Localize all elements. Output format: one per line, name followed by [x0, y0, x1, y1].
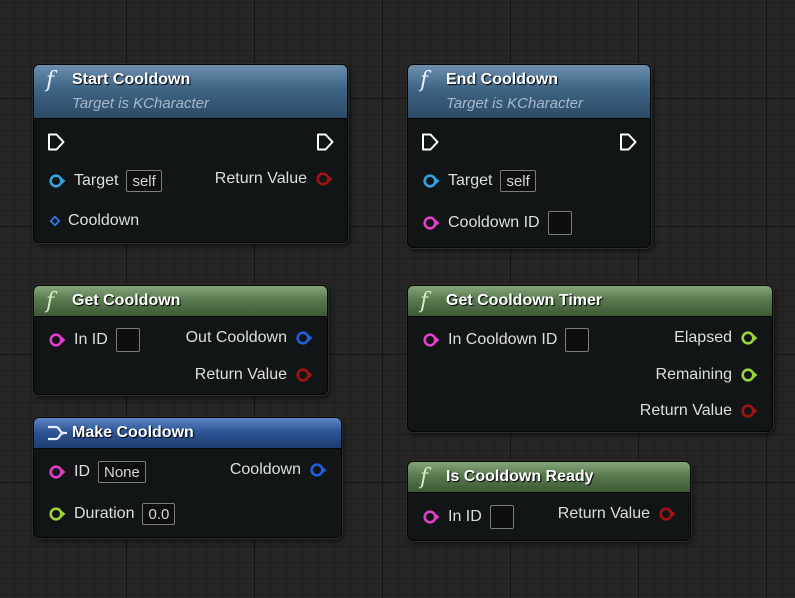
return-value-pin-icon[interactable]	[315, 170, 333, 188]
duration-label: Duration	[74, 505, 135, 522]
cooldown-diamond-pin-icon[interactable]	[48, 214, 62, 228]
function-f-icon: f	[420, 465, 429, 490]
target-pin-icon[interactable]	[422, 172, 440, 190]
is-cooldown-ready-node[interactable]: f Is Cooldown Ready In ID Return Value	[407, 461, 691, 541]
function-f-icon: f	[46, 68, 55, 93]
in-id-checkbox[interactable]	[489, 505, 514, 529]
return-value-label: Return Value	[214, 170, 307, 187]
cooldown-id-checkbox[interactable]	[547, 211, 572, 235]
elapsed-pin-icon[interactable]	[740, 329, 758, 347]
return-value-pin-row[interactable]: Return Value	[558, 501, 676, 527]
duration-pin-row[interactable]: Duration 0.0	[48, 501, 176, 527]
return-value-label: Return Value	[639, 402, 732, 419]
remaining-pin-row[interactable]: Remaining	[656, 362, 758, 388]
remaining-pin-icon[interactable]	[740, 366, 758, 384]
in-cooldown-id-pin-icon[interactable]	[422, 331, 440, 349]
node-title: Get Cooldown Timer	[446, 292, 603, 309]
id-pin-icon[interactable]	[48, 463, 66, 481]
return-value-pin-icon[interactable]	[658, 505, 676, 523]
node-title: Is Cooldown Ready	[446, 468, 594, 485]
out-cooldown-label: Out Cooldown	[185, 329, 287, 346]
cooldown-id-pin-icon[interactable]	[422, 214, 440, 232]
node-header[interactable]: Make Cooldown	[34, 418, 341, 449]
exec-in-pin-icon[interactable]	[46, 132, 66, 152]
function-f-icon: f	[46, 289, 55, 314]
node-subtitle: Target is KCharacter	[446, 95, 584, 112]
elapsed-label: Elapsed	[674, 329, 732, 346]
out-cooldown-pin-row[interactable]: Out Cooldown	[186, 325, 313, 351]
node-title: Start Cooldown	[72, 71, 191, 88]
function-f-icon: f	[420, 68, 429, 93]
target-pin-row[interactable]: Target self	[48, 168, 162, 194]
id-value-box[interactable]: None	[98, 461, 146, 483]
out-cooldown-pin-icon[interactable]	[295, 329, 313, 347]
cooldown-id-label: Cooldown ID	[448, 214, 540, 231]
node-header[interactable]: f Start Cooldown Target is KCharacter	[34, 65, 347, 119]
exec-in-pin-icon[interactable]	[420, 132, 440, 152]
node-header[interactable]: f End Cooldown Target is KCharacter	[408, 65, 650, 119]
in-cooldown-id-pin-row[interactable]: In Cooldown ID	[422, 327, 590, 353]
get-cooldown-node[interactable]: f Get Cooldown In ID Out Cooldown Return…	[33, 285, 328, 395]
id-pin-row[interactable]: ID None	[48, 459, 146, 485]
exec-out-pin-icon[interactable]	[315, 132, 335, 152]
node-title: Get Cooldown	[72, 292, 181, 309]
start-cooldown-node[interactable]: f Start Cooldown Target is KCharacter Ta…	[33, 64, 348, 243]
in-cooldown-id-label: In Cooldown ID	[448, 331, 558, 348]
function-f-icon: f	[420, 289, 429, 314]
node-title: End Cooldown	[446, 71, 558, 88]
in-id-pin-icon[interactable]	[48, 331, 66, 349]
in-cooldown-id-checkbox[interactable]	[565, 328, 590, 352]
in-id-label: In ID	[448, 508, 482, 525]
node-header[interactable]: f Is Cooldown Ready	[408, 462, 690, 493]
target-pin-row[interactable]: Target self	[422, 168, 536, 194]
return-value-pin-row[interactable]: Return Value	[215, 166, 333, 192]
node-header[interactable]: f Get Cooldown	[34, 286, 327, 317]
duration-pin-icon[interactable]	[48, 505, 66, 523]
exec-out-pin-icon[interactable]	[618, 132, 638, 152]
duration-value-box[interactable]: 0.0	[142, 503, 176, 525]
get-cooldown-timer-node[interactable]: f Get Cooldown Timer In Cooldown ID Elap…	[407, 285, 773, 432]
in-id-pin-row[interactable]: In ID	[48, 327, 140, 353]
make-struct-icon	[46, 422, 68, 444]
in-id-label: In ID	[74, 331, 108, 348]
in-id-pin-row[interactable]: In ID	[422, 504, 514, 530]
cooldown-output-pin-row[interactable]: Cooldown	[230, 457, 327, 483]
target-label: Target	[74, 172, 119, 189]
target-value-box[interactable]: self	[126, 170, 162, 192]
end-cooldown-node[interactable]: f End Cooldown Target is KCharacter Targ…	[407, 64, 651, 248]
cooldown-output-label: Cooldown	[229, 461, 301, 478]
elapsed-pin-row[interactable]: Elapsed	[674, 325, 758, 351]
target-value-box[interactable]: self	[500, 170, 536, 192]
make-cooldown-node[interactable]: Make Cooldown ID None Cooldown Duration …	[33, 417, 342, 538]
return-value-pin-row[interactable]: Return Value	[640, 398, 758, 424]
return-value-pin-icon[interactable]	[740, 402, 758, 420]
cooldown-pin-row[interactable]: Cooldown	[48, 208, 139, 234]
cooldown-label: Cooldown	[68, 212, 140, 229]
remaining-label: Remaining	[655, 366, 732, 383]
target-label: Target	[448, 172, 493, 189]
cooldown-id-pin-row[interactable]: Cooldown ID	[422, 210, 572, 236]
node-title: Make Cooldown	[72, 424, 194, 441]
cooldown-output-pin-icon[interactable]	[309, 461, 327, 479]
return-value-pin-row[interactable]: Return Value	[195, 362, 313, 388]
return-value-label: Return Value	[557, 505, 650, 522]
id-label: ID	[74, 463, 90, 480]
return-value-label: Return Value	[194, 366, 287, 383]
node-subtitle: Target is KCharacter	[72, 95, 210, 112]
return-value-pin-icon[interactable]	[295, 366, 313, 384]
node-header[interactable]: f Get Cooldown Timer	[408, 286, 772, 317]
target-pin-icon[interactable]	[48, 172, 66, 190]
in-id-checkbox[interactable]	[115, 328, 140, 352]
in-id-pin-icon[interactable]	[422, 508, 440, 526]
